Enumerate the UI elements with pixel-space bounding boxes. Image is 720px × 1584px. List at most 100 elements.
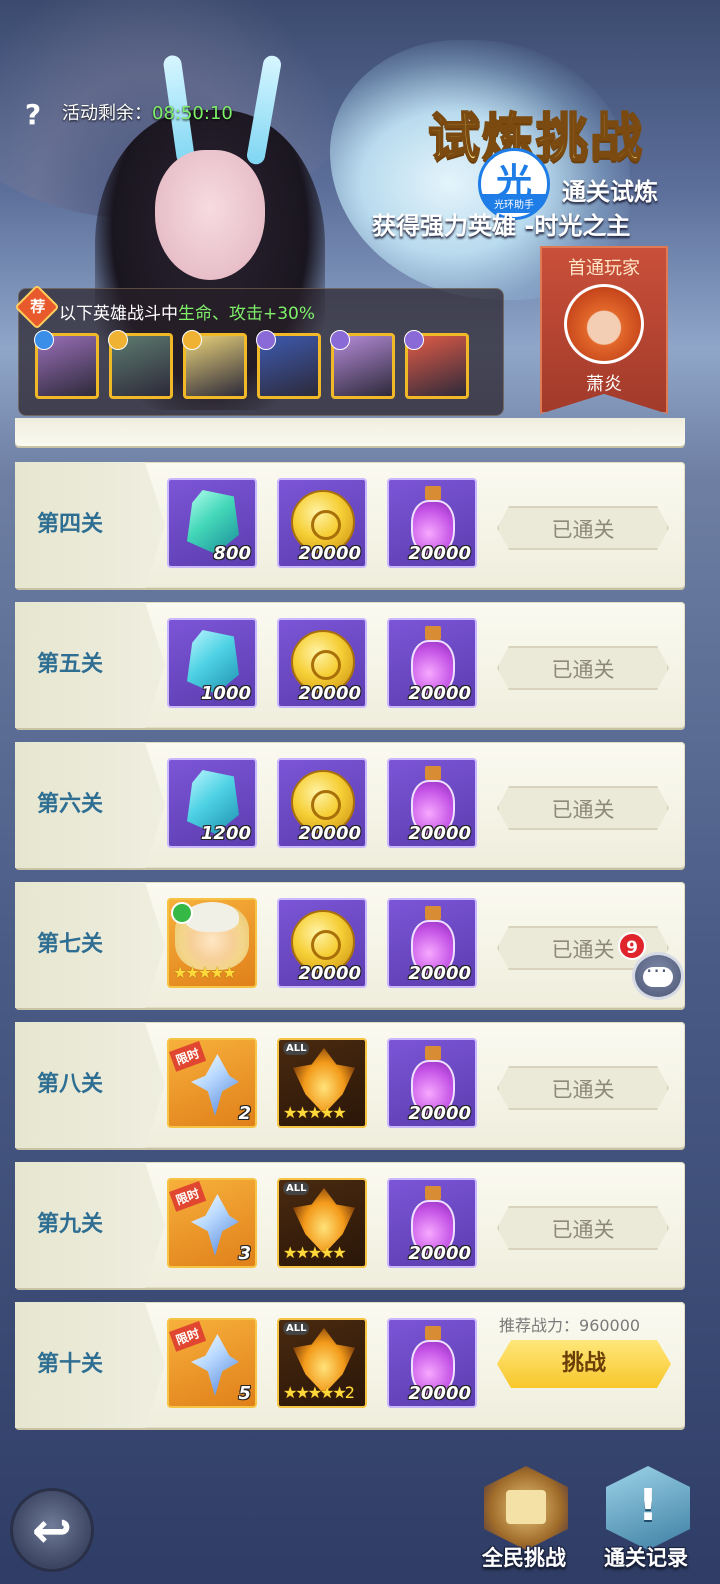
element-icon [108, 330, 128, 350]
reward-shard[interactable]: 限时 2 [167, 1038, 257, 1128]
stage-row: 第五关 1000 20000 20000 已通关 [15, 602, 685, 728]
bonus-hero-portrait[interactable] [404, 330, 469, 399]
hero-bonus-panel: 荐 以下英雄战斗中生命、攻击+30% [14, 284, 504, 416]
reward-emblem[interactable]: ALL ★★★★★ [277, 1178, 367, 1268]
reward-quantity: 20000 [298, 543, 361, 564]
limited-time-tag: 限时 [169, 1181, 207, 1212]
subtitle-line1: 通关试炼 [562, 178, 658, 206]
stage-row: 第八关 限时 2 ALL ★★★★★ 20000 已通关 [15, 1022, 685, 1148]
reward-list: ★★★★★ 20000 20000 [167, 898, 477, 988]
reward-potion[interactable]: 20000 [387, 618, 477, 708]
reward-list: 1200 20000 20000 [167, 758, 477, 848]
reward-quantity: 5 [238, 1383, 251, 1404]
reward-quantity: 800 [213, 543, 251, 564]
reward-potion[interactable]: 20000 [387, 758, 477, 848]
cleared-status-button[interactable]: 已通关 [497, 1066, 669, 1110]
reward-gold[interactable]: 20000 [277, 618, 367, 708]
stage-label: 第六关 [15, 742, 165, 868]
reward-emblem[interactable]: ALL ★★★★★ [277, 1038, 367, 1128]
cleared-status-button[interactable]: 已通关 [497, 506, 669, 550]
star-rating: ★★★★★ [283, 1243, 347, 1262]
bonus-hero-list [34, 330, 469, 399]
clear-record-label[interactable]: 通关记录 [604, 1542, 688, 1572]
stage-label: 第十关 [15, 1302, 165, 1428]
challenge-button[interactable]: 挑战 [497, 1340, 671, 1388]
stage-row-partial [15, 418, 685, 446]
timer-value: 08:50:10 [152, 103, 233, 124]
back-button[interactable]: ↩ [10, 1488, 94, 1572]
reward-list: 800 20000 20000 [167, 478, 477, 568]
reward-potion[interactable]: 20000 [387, 1178, 477, 1268]
reward-crystal[interactable]: 1000 [167, 618, 257, 708]
reward-quantity: 20000 [408, 823, 471, 844]
reward-quantity: 20000 [298, 683, 361, 704]
first-clear-banner[interactable]: 首通玩家 萧炎 [540, 246, 668, 414]
subtitle-line2: 获得强力英雄 -时光之主 [372, 212, 631, 240]
cleared-status-button[interactable]: 已通关 [497, 786, 669, 830]
stage-label: 第七关 [15, 882, 165, 1008]
star-rating: ★★★★★ [173, 963, 237, 982]
event-timer: 活动剩余：08:50:10 [62, 99, 233, 125]
reward-quantity: 20000 [408, 683, 471, 704]
avatar [564, 284, 644, 364]
stage-label: 第八关 [15, 1022, 165, 1148]
cleared-status-button[interactable]: 已通关 [497, 646, 669, 690]
element-icon [404, 330, 424, 350]
reward-emblem[interactable]: ALL ★★★★★2 [277, 1318, 367, 1408]
reward-shard[interactable]: 限时 5 [167, 1318, 257, 1408]
reward-quantity: 20000 [408, 963, 471, 984]
clear-record-icon[interactable]: ! [606, 1466, 690, 1550]
reward-crystal[interactable]: 800 [167, 478, 257, 568]
reward-potion[interactable]: 20000 [387, 1038, 477, 1128]
element-icon [330, 330, 350, 350]
all-challenge-label[interactable]: 全民挑战 [482, 1542, 566, 1572]
chat-bubble-icon[interactable] [632, 952, 684, 1000]
first-clear-player: 萧炎 [586, 374, 622, 395]
class-badge-icon [171, 902, 193, 924]
stage-row: 第十关 限时 5 ALL ★★★★★2 20000 推荐战力：960000 挑战 [15, 1302, 685, 1428]
reward-quantity: 20000 [408, 1383, 471, 1404]
reward-crystal[interactable]: 1200 [167, 758, 257, 848]
reward-potion[interactable]: 20000 [387, 1318, 477, 1408]
element-icon [34, 330, 54, 350]
reward-list: 限时 3 ALL ★★★★★ 20000 [167, 1178, 477, 1268]
reward-list: 限时 5 ALL ★★★★★2 20000 [167, 1318, 477, 1408]
reward-quantity: 2 [238, 1103, 251, 1124]
reward-quantity: 20000 [408, 1103, 471, 1124]
cleared-status-button[interactable]: 已通关 [497, 1206, 669, 1250]
recommend-tag: 荐 [14, 284, 60, 330]
reward-quantity: 1000 [200, 683, 251, 704]
all-challenge-icon[interactable] [484, 1466, 568, 1550]
star-rating: ★★★★★ [283, 1103, 347, 1122]
reward-potion[interactable]: 20000 [387, 478, 477, 568]
all-tag: ALL [283, 1322, 310, 1335]
reward-quantity: 20000 [298, 963, 361, 984]
star-rating: ★★★★★2 [283, 1383, 355, 1402]
chat-count-badge: 9 [618, 932, 646, 960]
question-icon[interactable]: ? [18, 98, 48, 132]
back-arrow-icon: ↩ [31, 1503, 73, 1559]
reward-hero[interactable]: ★★★★★ [167, 898, 257, 988]
stage-row: 第九关 限时 3 ALL ★★★★★ 20000 已通关 [15, 1162, 685, 1288]
all-tag: ALL [283, 1042, 310, 1055]
element-icon [256, 330, 276, 350]
bonus-hero-portrait[interactable] [256, 330, 321, 399]
bonus-hero-portrait[interactable] [108, 330, 173, 399]
reward-quantity: 20000 [408, 543, 471, 564]
first-clear-title: 首通玩家 [568, 258, 640, 279]
bonus-hero-portrait[interactable] [182, 330, 247, 399]
recommended-power: 推荐战力：960000 [499, 1316, 641, 1335]
bonus-description: 以下英雄战斗中生命、攻击+30% [59, 304, 316, 324]
reward-quantity: 1200 [200, 823, 251, 844]
bonus-hero-portrait[interactable] [330, 330, 395, 399]
reward-shard[interactable]: 限时 3 [167, 1178, 257, 1268]
limited-time-tag: 限时 [169, 1041, 207, 1072]
reward-gold[interactable]: 20000 [277, 478, 367, 568]
stage-row: 第七关 ★★★★★ 20000 20000 已通关 [15, 882, 685, 1008]
reward-potion[interactable]: 20000 [387, 898, 477, 988]
bonus-hero-portrait[interactable] [34, 330, 99, 399]
reward-list: 限时 2 ALL ★★★★★ 20000 [167, 1038, 477, 1128]
heroine-face-art [155, 150, 265, 280]
reward-gold[interactable]: 20000 [277, 898, 367, 988]
reward-gold[interactable]: 20000 [277, 758, 367, 848]
